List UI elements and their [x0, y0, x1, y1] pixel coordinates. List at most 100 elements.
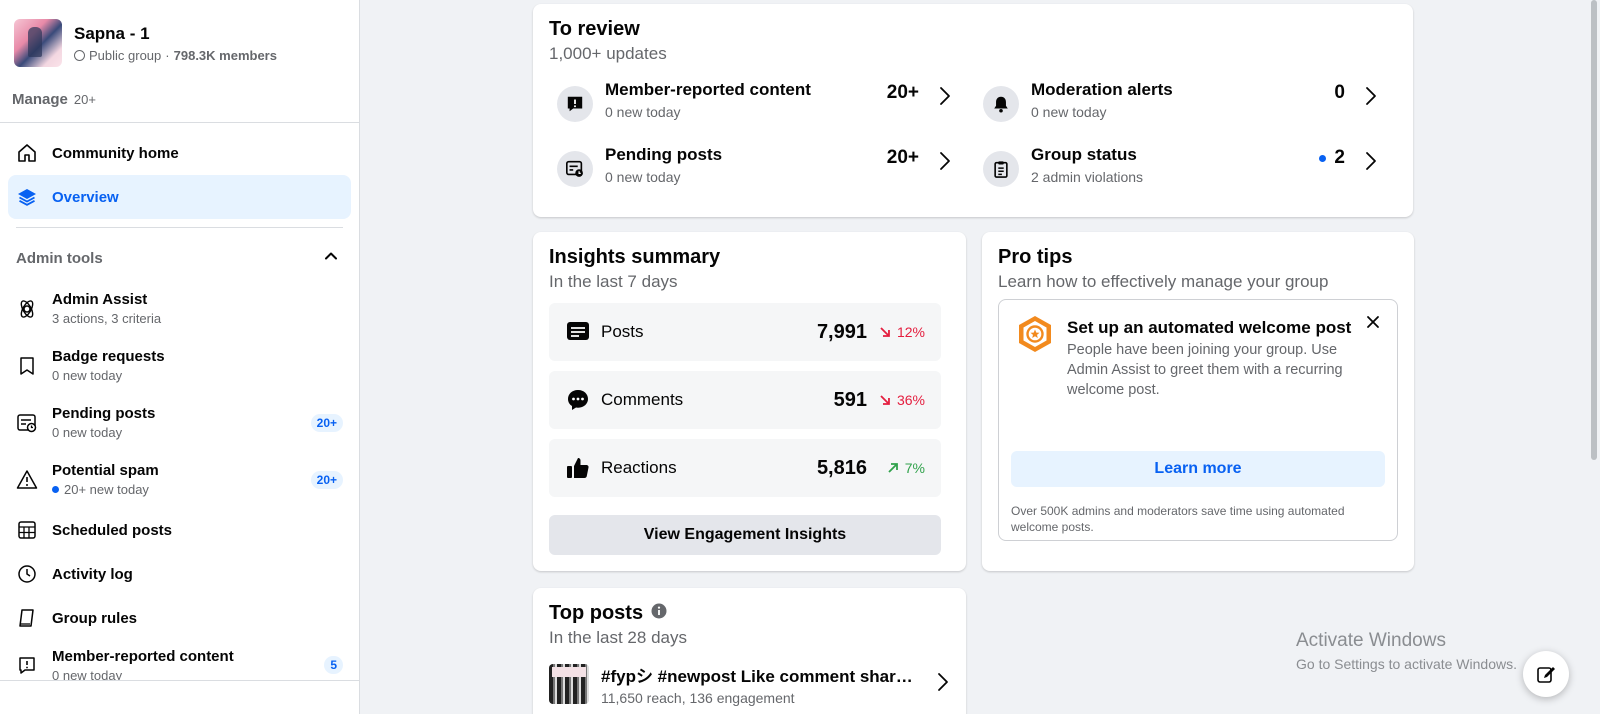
- badge-icon: [16, 355, 38, 377]
- review-title: To review: [549, 18, 640, 40]
- clipboard-icon: [983, 151, 1019, 187]
- chevron-right-icon[interactable]: [1359, 86, 1383, 106]
- tool-activity-log[interactable]: Activity log: [0, 552, 359, 596]
- compose-button[interactable]: [1523, 651, 1569, 697]
- new-dot: [1319, 154, 1327, 162]
- admin-tools-label: Admin tools: [16, 249, 103, 267]
- sidebar-footer: [0, 680, 359, 714]
- admin-tools-header[interactable]: Admin tools: [0, 236, 359, 280]
- tool-label: Scheduled posts: [52, 521, 173, 539]
- tool-group-rules[interactable]: Group rules: [0, 596, 359, 640]
- post-stats: 11,650 reach, 136 engagement: [601, 690, 795, 706]
- stat-reactions[interactable]: Reactions 5,816 7%: [549, 439, 941, 497]
- review-pending-posts[interactable]: Pending posts 0 new today 20+: [557, 145, 957, 197]
- stat-change-value: 36%: [896, 392, 925, 408]
- top-post-row[interactable]: #fypシ #newpost Like comment share ... 11…: [549, 662, 949, 706]
- chevron-right-icon[interactable]: [933, 151, 957, 171]
- insights-summary-card: Insights summary In the last 7 days Post…: [533, 232, 966, 571]
- review-sub-text: 0 new today: [605, 169, 681, 185]
- bell-icon: [983, 86, 1019, 122]
- review-group-status[interactable]: Group status 2 admin violations 2: [983, 145, 1383, 197]
- manage-label: Manage: [12, 90, 68, 108]
- posts-icon: [565, 319, 591, 345]
- review-sub-text: 0 new today: [605, 104, 681, 120]
- chevron-right-icon[interactable]: [1359, 151, 1383, 171]
- stat-value: 591: [833, 388, 867, 411]
- view-engagement-insights-button[interactable]: View Engagement Insights: [549, 515, 941, 555]
- tool-label: Potential spam: [52, 462, 159, 479]
- stat-change: 36%: [879, 392, 925, 408]
- manage-header: Manage 20+: [0, 74, 359, 114]
- tool-sub: 20+ new today: [64, 482, 149, 497]
- report-icon: [557, 86, 593, 122]
- clock-icon: [16, 563, 38, 585]
- tool-badge-requests[interactable]: Badge requests 0 new today: [0, 337, 359, 394]
- globe-icon: [74, 49, 85, 61]
- review-label: Pending posts: [605, 145, 723, 164]
- new-dot: [52, 486, 59, 493]
- post-thumbnail: [549, 664, 589, 704]
- group-name[interactable]: Sapna - 1: [74, 24, 277, 44]
- tool-label: Admin Assist: [52, 291, 148, 308]
- arrow-up-right-icon: [888, 463, 898, 473]
- tip-title: Set up an automated welcome post: [1067, 318, 1352, 337]
- stat-comments[interactable]: Comments 591 36%: [549, 371, 941, 429]
- insights-sub: In the last 7 days: [549, 272, 678, 291]
- pro-tips-card: Pro tips Learn how to effectively manage…: [982, 232, 1414, 571]
- info-icon[interactable]: [651, 602, 667, 625]
- rules-icon: [16, 607, 38, 629]
- top-posts-card: Top posts In the last 28 days #fypシ #new…: [533, 588, 966, 714]
- protips-title: Pro tips: [998, 246, 1073, 268]
- tool-sub: 0 new today: [52, 425, 123, 440]
- admin-assist-badge-icon: [1015, 314, 1055, 354]
- thumbs-up-icon: [565, 455, 591, 481]
- nav-overview[interactable]: Overview: [8, 175, 351, 219]
- count-badge: 5: [324, 656, 343, 674]
- nav-label: Community home: [52, 144, 179, 162]
- calendar-icon: [16, 519, 38, 541]
- learn-more-button[interactable]: Learn more: [1011, 451, 1385, 487]
- stat-change-value: 12%: [896, 324, 925, 340]
- stat-label: Comments: [601, 390, 684, 409]
- stat-change: 7%: [879, 460, 925, 476]
- page-scrollbar[interactable]: [1588, 0, 1600, 714]
- review-moderation-alerts[interactable]: Moderation alerts 0 new today 0: [983, 80, 1383, 132]
- stat-value: 7,991: [816, 320, 867, 343]
- tool-scheduled-posts[interactable]: Scheduled posts: [0, 508, 359, 552]
- review-label: Moderation alerts: [1031, 80, 1173, 99]
- review-count: 0: [1334, 82, 1345, 103]
- close-icon[interactable]: [1363, 312, 1383, 332]
- chevron-up-icon[interactable]: [323, 248, 339, 269]
- stat-posts[interactable]: Posts 7,991 12%: [549, 303, 941, 361]
- review-sub-text: 0 new today: [1031, 104, 1107, 120]
- review-count: 20+: [886, 147, 919, 168]
- nav-community-home[interactable]: Community home: [8, 131, 351, 175]
- activate-windows-watermark: Activate Windows Go to Settings to activ…: [1296, 630, 1517, 672]
- tip-footer: Over 500K admins and moderators save tim…: [1011, 504, 1345, 534]
- review-member-reported[interactable]: Member-reported content 0 new today 20+: [557, 80, 957, 132]
- protips-sub: Learn how to effectively manage your gro…: [998, 272, 1329, 291]
- review-sub-text: 2 admin violations: [1031, 169, 1144, 185]
- chevron-right-icon[interactable]: [937, 672, 949, 697]
- group-header[interactable]: Sapna - 1 Public group · 798.3K members: [0, 0, 359, 74]
- tip-body: People have been joining your group. Use…: [1067, 342, 1343, 398]
- scrollbar-thumb[interactable]: [1591, 0, 1597, 460]
- tool-admin-assist[interactable]: Admin Assist 3 actions, 3 criteria: [0, 280, 359, 337]
- report-icon: [16, 654, 38, 676]
- tool-label: Activity log: [52, 565, 133, 583]
- pending-posts-icon: [16, 412, 38, 434]
- tool-label: Pending posts: [52, 405, 156, 422]
- manage-count: 20+: [73, 91, 96, 107]
- group-avatar[interactable]: [14, 19, 62, 67]
- meta-separator: ·: [165, 47, 170, 63]
- nav-label: Overview: [52, 188, 119, 206]
- stat-label: Reactions: [601, 458, 677, 477]
- admin-assist-icon: [16, 298, 38, 320]
- tool-pending-posts[interactable]: Pending posts 0 new today 20+: [0, 394, 359, 451]
- review-count-wrap: 2: [1319, 147, 1345, 169]
- tool-potential-spam[interactable]: Potential spam 20+ new today 20+: [0, 451, 359, 508]
- group-members[interactable]: 798.3K members: [174, 48, 277, 63]
- review-count: 2: [1334, 147, 1345, 168]
- chevron-right-icon[interactable]: [933, 86, 957, 106]
- count-badge: 20+: [310, 470, 343, 489]
